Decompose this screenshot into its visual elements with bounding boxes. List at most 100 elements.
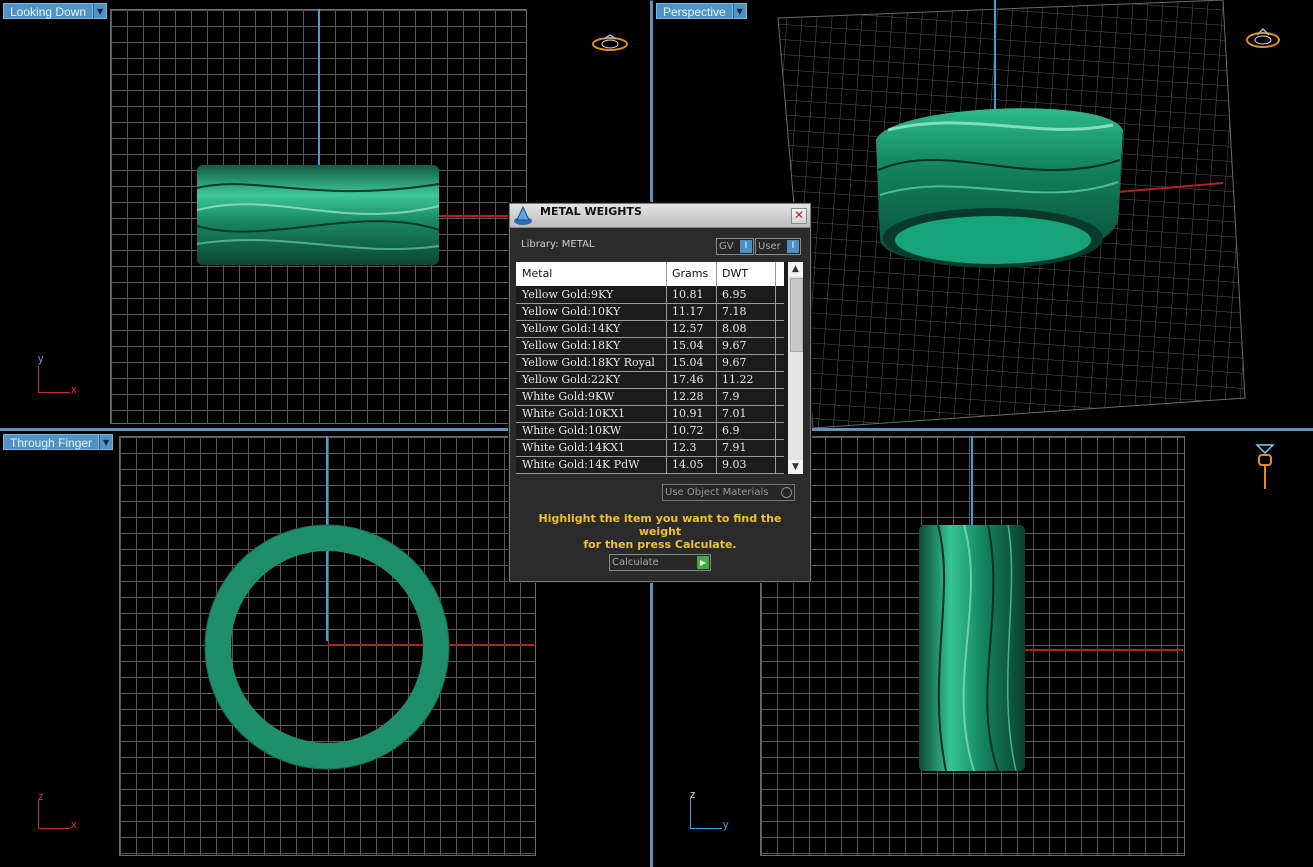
cell-grams: 12.3: [672, 441, 697, 454]
column-header-dwt[interactable]: DWT: [722, 262, 748, 286]
cell-metal: White Gold:14KX1: [522, 441, 626, 454]
viewport-menu-perspective[interactable]: Perspective ▼: [656, 3, 747, 19]
metal-weights-dialog[interactable]: METAL WEIGHTS ✕ Library: METAL GV I User…: [509, 203, 811, 582]
table-row[interactable]: Yellow Gold:18KY Royal 15.04 9.67: [516, 355, 784, 372]
cell-grams: 15.04: [672, 339, 704, 352]
cell-metal: Yellow Gold:18KY Royal: [522, 356, 655, 369]
table-row[interactable]: Yellow Gold:18KY 15.04 9.67: [516, 338, 784, 355]
instruction-text: Highlight the item you want to find the …: [518, 512, 802, 551]
column-header-metal[interactable]: Metal: [522, 262, 552, 286]
cell-metal: Yellow Gold:9KY: [522, 288, 614, 301]
gv-toggle-indicator: I: [740, 240, 752, 253]
cell-grams: 15.04: [672, 356, 704, 369]
table-header: Metal Grams DWT: [516, 262, 784, 286]
corner-axis-h-label: y: [723, 819, 729, 831]
dialog-title: METAL WEIGHTS: [540, 205, 642, 218]
cell-dwt: 9.03: [722, 458, 747, 471]
scroll-up-icon[interactable]: ▲: [788, 262, 803, 276]
viewport-label[interactable]: Looking Down: [3, 3, 94, 19]
user-toggle[interactable]: User I: [755, 238, 801, 255]
instruction-line-1: Highlight the item you want to find the …: [538, 512, 782, 538]
y-axis-line: [318, 9, 320, 169]
table-row[interactable]: White Gold:14K PdW 14.05 9.03: [516, 457, 784, 474]
corner-axis-h-label: x: [71, 384, 77, 396]
viewport-label[interactable]: Perspective: [656, 3, 733, 19]
table-row[interactable]: Yellow Gold:10KY 11.17 7.18: [516, 304, 784, 321]
table-row[interactable]: Yellow Gold:14KY 12.57 8.08: [516, 321, 784, 338]
cell-metal: Yellow Gold:18KY: [522, 339, 621, 352]
cell-metal: White Gold:14K PdW: [522, 458, 640, 471]
use-object-materials-toggle[interactable]: Use Object Materials: [662, 484, 795, 501]
corner-axis-v: [38, 366, 39, 392]
scroll-down-icon[interactable]: ▼: [788, 460, 803, 474]
cell-dwt: 7.9: [722, 390, 740, 403]
gv-toggle-label: GV: [719, 241, 734, 252]
viewport-label[interactable]: Through Finger: [3, 434, 100, 450]
table-row[interactable]: Yellow Gold:22KY 17.46 11.22: [516, 372, 784, 389]
cell-dwt: 9.67: [722, 339, 747, 352]
table-row[interactable]: White Gold:14KX1 12.3 7.91: [516, 440, 784, 457]
cell-grams: 10.81: [672, 288, 704, 301]
corner-axis-h: [690, 828, 722, 829]
cell-grams: 17.46: [672, 373, 704, 386]
cell-metal: White Gold:10KX1: [522, 407, 626, 420]
cell-metal: Yellow Gold:22KY: [522, 373, 621, 386]
radio-icon[interactable]: [781, 487, 792, 498]
table-row[interactable]: White Gold:10KW 10.72 6.9: [516, 423, 784, 440]
viewport-menu-looking-down[interactable]: Looking Down ▼: [3, 3, 108, 19]
chevron-down-icon[interactable]: ▼: [732, 3, 747, 19]
table-row[interactable]: White Gold:10KX1 10.91 7.01: [516, 406, 784, 423]
cell-grams: 14.05: [672, 458, 704, 471]
viewport-menu-through-finger[interactable]: Through Finger ▼: [3, 434, 114, 450]
corner-axis-v-label: z: [38, 791, 44, 803]
cell-dwt: 8.08: [722, 322, 747, 335]
ring-section-view: [204, 524, 450, 770]
ring-side-view: [919, 524, 1025, 772]
dialog-titlebar[interactable]: METAL WEIGHTS ✕: [510, 204, 810, 228]
corner-axis-v: [690, 798, 691, 828]
cell-dwt: 7.01: [722, 407, 747, 420]
calculate-button[interactable]: Calculate ▶: [609, 554, 711, 571]
view-orientation-icon[interactable]: [590, 33, 630, 55]
corner-axis-v-label: z: [690, 789, 696, 801]
table-row[interactable]: White Gold:9KW 12.28 7.9: [516, 389, 784, 406]
cell-metal: White Gold:10KW: [522, 424, 622, 437]
gv-toggle[interactable]: GV I: [716, 238, 754, 255]
corner-axis-h: [38, 392, 70, 393]
play-arrow-icon[interactable]: ▶: [697, 556, 709, 569]
chevron-down-icon[interactable]: ▼: [99, 434, 114, 450]
column-header-grams[interactable]: Grams: [672, 262, 708, 286]
instruction-line-2: for then press Calculate.: [583, 538, 737, 551]
app-logo-icon: [514, 205, 532, 225]
cell-dwt: 11.22: [722, 373, 754, 386]
metal-table[interactable]: Metal Grams DWT Yellow Gold:9KY 10.81 6.95…: [516, 262, 803, 474]
cell-dwt: 6.95: [722, 288, 747, 301]
cell-dwt: 7.18: [722, 305, 747, 318]
user-toggle-label: User: [758, 241, 781, 252]
ring-top-view: [196, 165, 440, 265]
y-axis-line: [1025, 649, 1183, 651]
cell-metal: Yellow Gold:14KY: [522, 322, 621, 335]
scroll-thumb[interactable]: [790, 278, 803, 352]
close-icon[interactable]: ✕: [791, 208, 807, 224]
corner-axis-v: [38, 800, 39, 828]
z-axis-line: [971, 436, 973, 526]
corner-axis-h: [38, 828, 70, 829]
chevron-down-icon[interactable]: ▼: [93, 3, 108, 19]
table-scrollbar[interactable]: ▲ ▼: [788, 262, 803, 474]
cell-grams: 10.91: [672, 407, 704, 420]
corner-axis-v-label: y: [38, 353, 44, 365]
user-toggle-indicator: I: [787, 240, 799, 253]
cell-metal: White Gold:9KW: [522, 390, 615, 403]
cell-dwt: 6.9: [722, 424, 740, 437]
column-divider: [775, 262, 776, 474]
cell-dwt: 7.91: [722, 441, 747, 454]
cell-metal: Yellow Gold:10KY: [522, 305, 621, 318]
corner-axis-h-label: x: [71, 819, 77, 831]
cell-grams: 11.17: [672, 305, 704, 318]
view-orientation-icon[interactable]: [1243, 26, 1283, 52]
view-orientation-icon[interactable]: [1253, 441, 1277, 493]
cell-grams: 12.28: [672, 390, 704, 403]
use-object-materials-label: Use Object Materials: [665, 487, 769, 498]
table-row[interactable]: Yellow Gold:9KY 10.81 6.95: [516, 287, 784, 304]
